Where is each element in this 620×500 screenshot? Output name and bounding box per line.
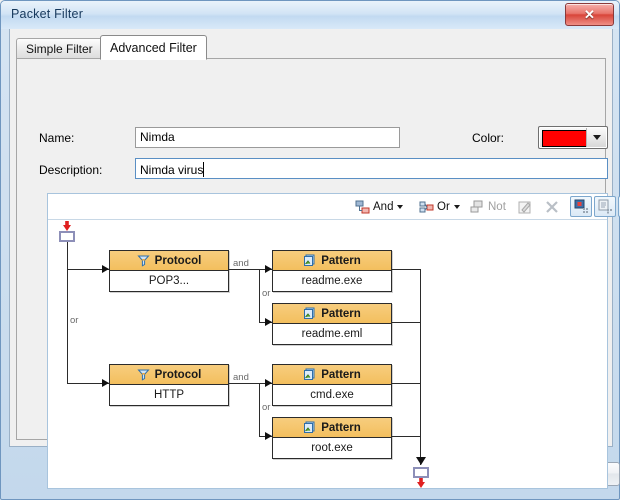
delete-button[interactable]: [542, 197, 562, 217]
trunk-line: [67, 242, 68, 383]
or-node-icon: [419, 201, 434, 212]
node-value: readme.exe: [273, 271, 391, 291]
color-picker-combo[interactable]: [538, 126, 608, 149]
merge-trunk-line: [420, 269, 421, 465]
window-title: Packet Filter: [11, 7, 84, 21]
delete-x-icon: [546, 201, 558, 213]
node-header: Protocol: [110, 365, 228, 385]
merge-line-2: [392, 322, 421, 323]
http-split-vertical: [259, 383, 260, 436]
not-label: Not: [488, 201, 506, 213]
arrow-icon: [416, 457, 426, 465]
view-toggle-node-button[interactable]: [570, 196, 592, 217]
description-input[interactable]: Nimda virus: [135, 158, 608, 179]
start-arrow-icon: [63, 221, 71, 231]
chevron-down-icon: [397, 205, 404, 209]
node-value: root.exe: [273, 438, 391, 458]
node-pattern-readme-eml[interactable]: Pattern readme.eml: [272, 303, 392, 345]
and-button[interactable]: And: [353, 197, 405, 217]
protocol-filter-icon: [137, 369, 150, 381]
tab-simple-filter[interactable]: Simple Filter: [16, 38, 103, 59]
layout-list-icon: [598, 199, 612, 214]
node-pattern-readme-exe[interactable]: Pattern readme.exe: [272, 250, 392, 292]
edge-label-or-main: or: [70, 315, 79, 326]
color-label: Color:: [472, 131, 505, 145]
end-arrow-icon: [417, 478, 425, 488]
arrow-icon: [102, 265, 109, 273]
node-header: Pattern: [273, 365, 391, 385]
filter-diagram-panel: And Or Not or Protocol POP3... and or Pa…: [47, 193, 620, 489]
http-out-line: [229, 383, 259, 384]
text-caret: [203, 162, 205, 177]
node-protocol-http[interactable]: Protocol HTTP: [109, 364, 229, 406]
color-swatch: [542, 130, 588, 147]
start-terminal[interactable]: [59, 231, 75, 242]
arrow-icon: [265, 432, 272, 440]
node-protocol-pop3[interactable]: Protocol POP3...: [109, 250, 229, 292]
not-node-icon: [470, 200, 483, 212]
edit-pencil-icon: [518, 201, 531, 213]
close-icon: ✕: [584, 6, 595, 22]
node-pattern-root-exe[interactable]: Pattern root.exe: [272, 417, 392, 459]
node-type-label: Protocol: [154, 254, 202, 267]
node-value: POP3...: [110, 271, 228, 291]
edge-label-or-bottom: or: [262, 402, 271, 413]
tab-strip: Simple Filter Advanced Filter: [16, 35, 606, 60]
chevron-down-icon: [592, 135, 601, 140]
arrow-icon: [265, 379, 272, 387]
description-label: Description:: [39, 163, 103, 177]
merge-line-3: [392, 383, 421, 384]
node-type-label: Pattern: [321, 368, 361, 381]
or-button[interactable]: Or: [417, 197, 462, 217]
and-label: And: [373, 201, 394, 213]
close-button[interactable]: ✕: [565, 3, 614, 26]
node-header: Protocol: [110, 251, 228, 271]
node-pattern-cmd-exe[interactable]: Pattern cmd.exe: [272, 364, 392, 406]
tab-advanced-filter[interactable]: Advanced Filter: [100, 35, 207, 60]
or-label: Or: [437, 201, 450, 213]
pattern-doc-icon: [304, 421, 315, 433]
edge-label-and-top: and: [233, 258, 249, 269]
node-type-label: Pattern: [321, 421, 361, 434]
view-toggle-list-button[interactable]: [594, 196, 616, 217]
advanced-filter-panel: Name: Nimda Color: Description: Nimda vi…: [16, 58, 620, 489]
node-header: Pattern: [273, 418, 391, 438]
node-type-label: Pattern: [321, 254, 361, 267]
pattern-doc-icon: [304, 368, 315, 380]
layout-node-icon: [574, 199, 588, 213]
and-node-icon: [355, 200, 370, 213]
node-type-label: Protocol: [154, 368, 202, 381]
color-dropdown-arrow[interactable]: [586, 128, 606, 147]
node-value: cmd.exe: [273, 385, 391, 405]
dialog-client-area: Simple Filter Advanced Filter Name: Nimd…: [9, 29, 620, 489]
node-header: Pattern: [273, 304, 391, 324]
edge-label-and-bottom: and: [233, 372, 249, 383]
arrow-icon: [265, 318, 272, 326]
node-header: Pattern: [273, 251, 391, 271]
filter-flow-canvas[interactable]: or Protocol POP3... and or Pattern readm…: [48, 220, 607, 488]
node-type-label: Pattern: [321, 307, 361, 320]
protocol-filter-icon: [137, 255, 150, 267]
arrow-icon: [265, 265, 272, 273]
pop3-split-vertical: [259, 269, 260, 322]
not-button[interactable]: Not: [468, 197, 508, 217]
edge-label-or-top: or: [262, 288, 271, 299]
diagram-toolbar: And Or Not: [48, 194, 620, 220]
edit-button[interactable]: [516, 197, 535, 217]
description-text: Nimda virus: [140, 163, 204, 177]
pop3-out-line: [229, 269, 259, 270]
node-value: readme.eml: [273, 324, 391, 344]
name-label: Name:: [39, 131, 75, 145]
name-input[interactable]: Nimda: [135, 127, 400, 148]
pattern-doc-icon: [304, 307, 315, 319]
packet-filter-window: Packet Filter ✕ Simple Filter Advanced F…: [0, 0, 620, 500]
chevron-down-icon: [453, 205, 460, 209]
arrow-icon: [102, 379, 109, 387]
pattern-doc-icon: [304, 254, 315, 266]
title-bar: Packet Filter ✕: [1, 1, 619, 29]
node-value: HTTP: [110, 385, 228, 405]
merge-line-1: [392, 269, 421, 270]
merge-line-4: [392, 436, 421, 437]
